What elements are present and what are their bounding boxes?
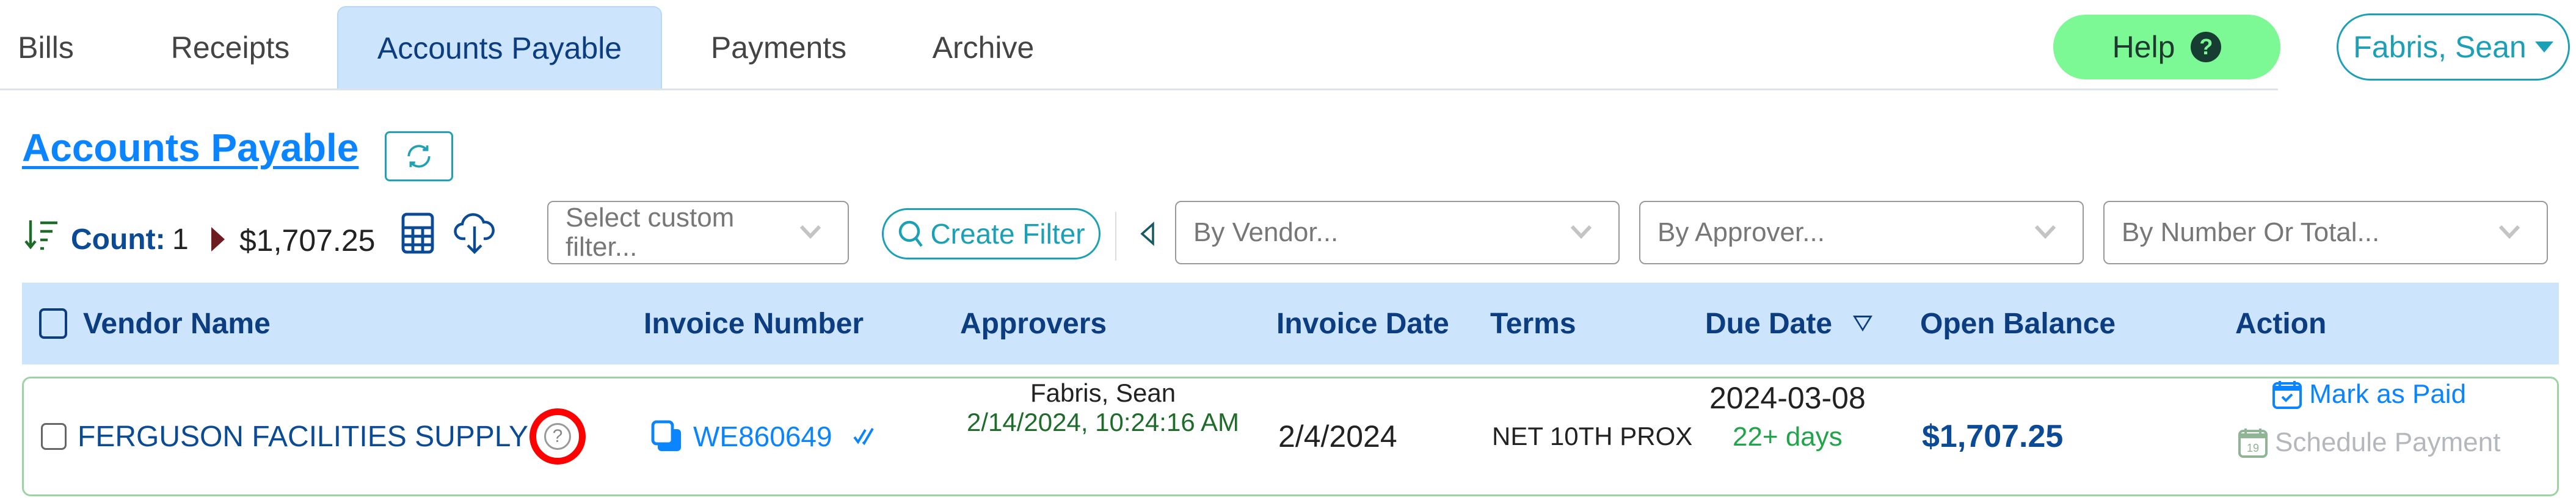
row-checkbox[interactable]	[41, 423, 67, 450]
caret-down-icon	[2534, 42, 2553, 52]
header-terms[interactable]: Terms	[1490, 283, 1576, 364]
number-total-filter-placeholder: By Number Or Total...	[2122, 217, 2380, 247]
header-label: Invoice Date	[1276, 307, 1449, 340]
toolbar: Count: 1 $1,707.25 Select custom filter.…	[0, 198, 2576, 266]
schedule-payment-label: Schedule Payment	[2275, 427, 2501, 457]
invoice-number-link[interactable]: WE860649	[693, 420, 832, 453]
approver-filter-placeholder: By Approver...	[1657, 217, 1825, 247]
help-button[interactable]: Help ?	[2053, 15, 2280, 79]
sort-descending-icon[interactable]	[23, 217, 62, 253]
vendor-name-link[interactable]: FERGUSON FACILITIES SUPPLY	[78, 420, 528, 454]
question-circle-icon: ?	[544, 423, 571, 450]
double-check-icon	[853, 427, 874, 446]
refresh-icon	[407, 145, 431, 168]
total-amount: $1,707.25	[239, 223, 376, 258]
tab-archive[interactable]: Archive	[916, 6, 1050, 89]
table-row: FERGUSON FACILITIES SUPPLY ? WE860649 Fa…	[22, 377, 2559, 496]
count-value: 1	[172, 223, 189, 256]
header-label: Open Balance	[1920, 307, 2116, 340]
top-nav: Bills Receipts Accounts Payable Payments…	[0, 0, 2576, 90]
create-filter-button[interactable]: Create Filter	[882, 208, 1101, 259]
header-action: Action	[2235, 283, 2326, 364]
due-date: 2024-03-08	[1709, 381, 1866, 415]
header-approvers[interactable]: Approvers	[960, 283, 1107, 364]
search-icon	[899, 220, 923, 247]
header-label: Terms	[1490, 307, 1576, 340]
header-invoice-date[interactable]: Invoice Date	[1276, 283, 1449, 364]
nav-divider	[0, 89, 2278, 90]
header-invoice-number[interactable]: Invoice Number	[644, 283, 864, 364]
terms: NET 10TH PROX	[1492, 422, 1693, 451]
number-total-filter-select[interactable]: By Number Or Total...	[2103, 201, 2548, 264]
help-label: Help	[2112, 30, 2175, 64]
sort-down-icon[interactable]	[1853, 316, 1873, 331]
due-date-cell: 2024-03-08 22+ days	[1709, 378, 1866, 494]
header-label: Due Date	[1705, 307, 1833, 340]
user-name: Fabris, Sean	[2353, 30, 2527, 64]
select-all-checkbox[interactable]	[39, 308, 67, 339]
calendar-check-icon	[2272, 381, 2302, 409]
vendor-filter-select[interactable]: By Vendor...	[1175, 201, 1620, 264]
chevron-down-icon	[2498, 225, 2520, 239]
header-vendor-name-label: Vendor Name	[83, 307, 271, 340]
header-label: Action	[2235, 307, 2327, 340]
chevron-down-icon	[2034, 225, 2056, 239]
tab-bills[interactable]: Bills	[12, 6, 79, 89]
mark-as-paid-button[interactable]: Mark as Paid	[2271, 378, 2466, 410]
mark-as-paid-label: Mark as Paid	[2309, 379, 2467, 409]
custom-filter-placeholder: Select custom filter...	[566, 203, 735, 262]
caret-right-icon	[211, 227, 225, 252]
calculator-icon[interactable]	[401, 212, 435, 255]
vendor-filter-placeholder: By Vendor...	[1193, 217, 1339, 247]
approved-timestamp: 2/14/2024, 10:24:16 AM	[967, 408, 1240, 436]
table-header: Vendor Name Invoice Number Approvers Inv…	[22, 283, 2559, 364]
calendar-icon: 19	[2238, 429, 2268, 458]
caret-left-icon[interactable]	[1140, 222, 1155, 246]
header-due-date[interactable]: Due Date	[1705, 283, 1873, 364]
tab-receipts[interactable]: Receipts	[160, 6, 300, 89]
header-label: Approvers	[960, 307, 1107, 340]
tab-payments[interactable]: Payments	[696, 6, 861, 89]
chevron-down-icon	[799, 225, 821, 239]
schedule-payment-button[interactable]: 19 Schedule Payment	[2237, 426, 2500, 459]
header-label: Invoice Number	[644, 307, 864, 340]
count-label: Count:	[71, 223, 166, 256]
help-question-icon: ?	[2191, 32, 2222, 62]
invoice-date: 2/4/2024	[1278, 419, 1397, 454]
header-vendor-name[interactable]: Vendor Name	[39, 283, 271, 364]
copy-icon[interactable]	[650, 419, 685, 454]
vendor-help-button[interactable]: ?	[529, 408, 586, 465]
header-open-balance[interactable]: Open Balance	[1920, 283, 2116, 364]
tab-accounts-payable[interactable]: Accounts Payable	[337, 6, 662, 89]
create-filter-label: Create Filter	[930, 218, 1085, 250]
chevron-down-icon	[1570, 225, 1592, 239]
open-balance: $1,707.25	[1922, 419, 2064, 454]
custom-filter-select[interactable]: Select custom filter...	[547, 201, 849, 264]
action-cell: Mark as Paid 19 Schedule Payment	[2237, 378, 2500, 494]
page-title[interactable]: Accounts Payable	[22, 125, 358, 170]
cloud-download-icon[interactable]	[453, 209, 496, 255]
approver-filter-select[interactable]: By Approver...	[1639, 201, 2084, 264]
approver-cell: Fabris, Sean 2/14/2024, 10:24:16 AM	[967, 378, 1239, 494]
calendar-day-number: 19	[2247, 442, 2259, 454]
refresh-button[interactable]	[385, 131, 453, 181]
approver-name: Fabris, Sean	[1030, 378, 1176, 407]
user-menu-button[interactable]: Fabris, Sean	[2337, 13, 2570, 81]
days-until-due: 22+ days	[1732, 422, 1843, 452]
toolbar-separator	[1115, 212, 1116, 261]
